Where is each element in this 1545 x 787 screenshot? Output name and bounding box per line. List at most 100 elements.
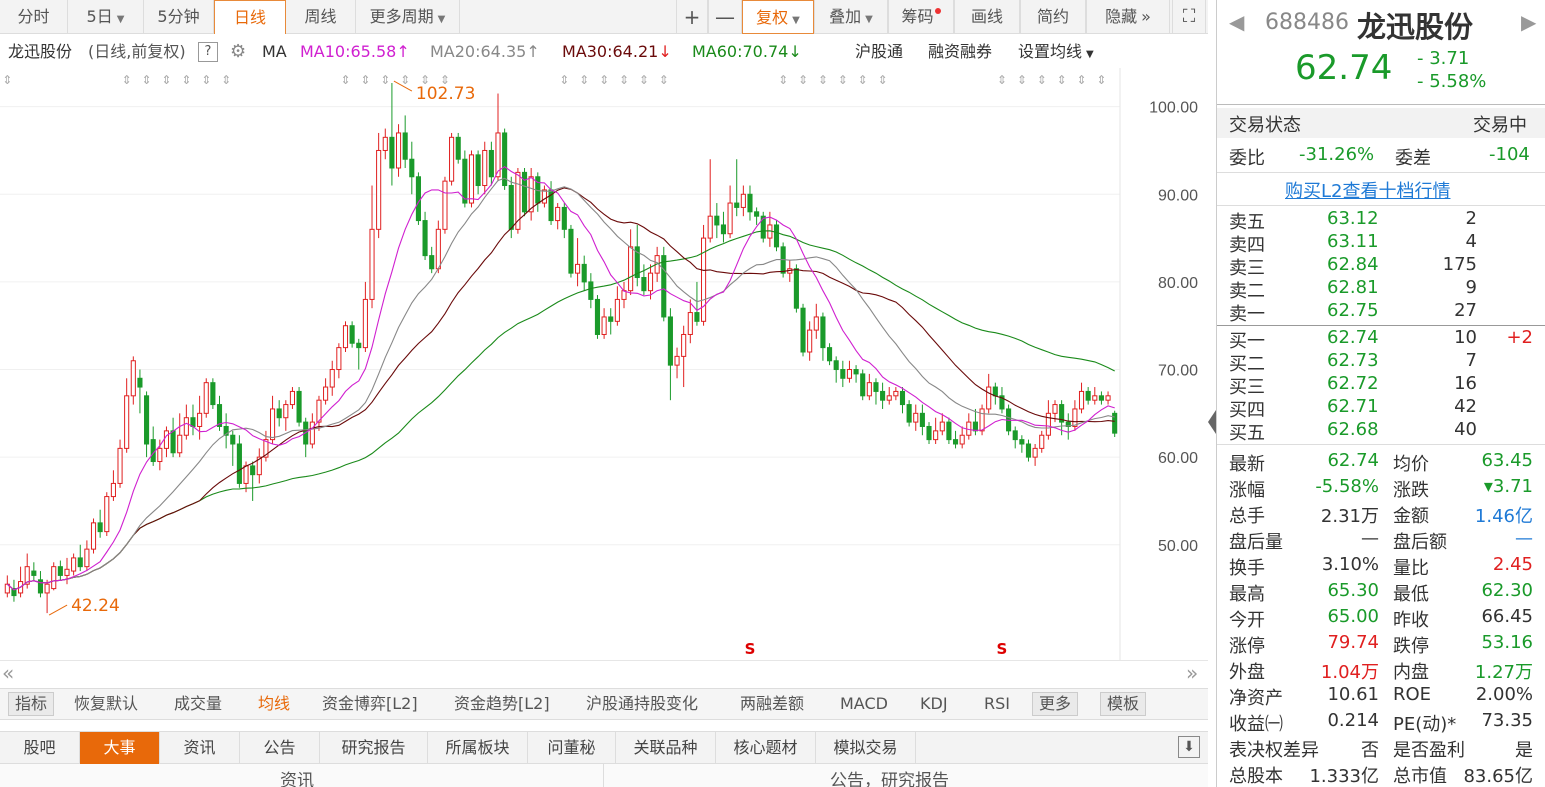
- period-tab-3[interactable]: 日线: [214, 0, 286, 34]
- event-marker[interactable]: ⇕: [1037, 73, 1047, 87]
- candle[interactable]: [389, 83, 395, 186]
- candle[interactable]: [515, 168, 521, 234]
- event-marker[interactable]: ⇕: [559, 73, 569, 87]
- candle[interactable]: [124, 378, 130, 453]
- candle[interactable]: [429, 246, 435, 274]
- info-tab-2[interactable]: 资讯: [160, 732, 240, 764]
- event-marker[interactable]: ⇕: [1017, 73, 1027, 87]
- gear-icon[interactable]: ⚙: [230, 36, 246, 68]
- candle[interactable]: [555, 203, 561, 230]
- candle[interactable]: [97, 509, 103, 538]
- candle[interactable]: [853, 365, 859, 383]
- candle[interactable]: [64, 557, 70, 585]
- event-marker[interactable]: ⇕: [161, 73, 171, 87]
- candle[interactable]: [415, 172, 421, 225]
- candle[interactable]: [197, 395, 203, 440]
- candle[interactable]: [833, 356, 839, 383]
- info-tab-3[interactable]: 公告: [240, 732, 320, 764]
- prev-stock-icon[interactable]: ◀: [1229, 10, 1244, 34]
- candle[interactable]: [820, 312, 826, 361]
- candle[interactable]: [826, 343, 833, 366]
- candle[interactable]: [223, 413, 229, 449]
- candle[interactable]: [1065, 413, 1071, 440]
- candle[interactable]: [402, 115, 408, 168]
- candle[interactable]: [110, 470, 116, 501]
- candle[interactable]: [1105, 391, 1111, 405]
- event-marker[interactable]: ⇕: [838, 73, 848, 87]
- candle[interactable]: [581, 255, 587, 291]
- candle[interactable]: [144, 391, 150, 458]
- event-marker[interactable]: ⇕: [360, 73, 370, 87]
- event-marker[interactable]: ⇕: [878, 73, 888, 87]
- candle[interactable]: [634, 224, 640, 287]
- ask-price[interactable]: 62.84: [1327, 254, 1379, 275]
- candle[interactable]: [349, 321, 355, 348]
- candle[interactable]: [183, 404, 189, 440]
- event-marker[interactable]: ⇕: [142, 73, 152, 87]
- candle[interactable]: [919, 404, 925, 436]
- info-tab-9[interactable]: 模拟交易: [816, 732, 916, 764]
- event-marker[interactable]: ⇕: [858, 73, 868, 87]
- split-marker[interactable]: S: [745, 640, 756, 658]
- candle[interactable]: [309, 413, 315, 449]
- zoom-out-button[interactable]: —: [708, 0, 742, 34]
- candle[interactable]: [342, 321, 349, 352]
- event-marker[interactable]: ⇕: [818, 73, 828, 87]
- indicator-tab-7[interactable]: 两融差额: [740, 689, 804, 719]
- candle[interactable]: [4, 575, 10, 598]
- candle[interactable]: [482, 141, 488, 195]
- info-tab-7[interactable]: 关联品种: [616, 732, 716, 764]
- candle[interactable]: [71, 553, 77, 576]
- candle[interactable]: [747, 185, 753, 221]
- help-button[interactable]: ?: [198, 42, 218, 62]
- event-marker[interactable]: ⇕: [2, 73, 12, 87]
- candle[interactable]: [661, 246, 667, 322]
- candle[interactable]: [130, 356, 136, 405]
- ma-settings-label[interactable]: MA: [262, 36, 287, 68]
- indicator-tab-8[interactable]: MACD: [840, 689, 888, 719]
- candle[interactable]: [906, 400, 912, 427]
- candle[interactable]: [793, 264, 799, 313]
- candle[interactable]: [502, 128, 508, 190]
- candle[interactable]: [886, 387, 892, 405]
- event-marker[interactable]: ⇕: [619, 73, 629, 87]
- indicator-tab-12[interactable]: 模板: [1100, 692, 1147, 716]
- bid-price[interactable]: 62.74: [1327, 327, 1379, 348]
- candle[interactable]: [601, 308, 607, 339]
- event-marker[interactable]: ⇕: [1096, 73, 1106, 87]
- candle[interactable]: [720, 211, 727, 243]
- period-tab-4[interactable]: 周线: [286, 0, 356, 34]
- event-marker[interactable]: ⇕: [1057, 73, 1067, 87]
- candle[interactable]: [588, 273, 594, 309]
- set-ma-dropdown[interactable]: 设置均线 ▼: [1018, 36, 1094, 71]
- candle[interactable]: [760, 211, 766, 243]
- candle[interactable]: [31, 562, 37, 582]
- candle[interactable]: [488, 141, 494, 186]
- candle[interactable]: [800, 303, 806, 357]
- candle[interactable]: [972, 408, 978, 436]
- candle[interactable]: [362, 281, 368, 352]
- candle[interactable]: [575, 238, 581, 287]
- candle[interactable]: [1012, 426, 1018, 449]
- info-tab-8[interactable]: 核心题材: [716, 732, 816, 764]
- info-tab-6[interactable]: 问董秘: [528, 732, 616, 764]
- fullscreen-icon[interactable]: ⛶: [1172, 0, 1206, 34]
- candle[interactable]: [336, 343, 342, 379]
- indicator-tab-3[interactable]: 均线: [258, 689, 290, 719]
- candle[interactable]: [667, 308, 673, 401]
- event-marker[interactable]: ⇕: [659, 73, 669, 87]
- event-marker[interactable]: ⇕: [122, 73, 132, 87]
- candle[interactable]: [323, 378, 329, 405]
- event-marker[interactable]: ⇕: [340, 73, 350, 87]
- candle[interactable]: [846, 360, 853, 383]
- candle[interactable]: [880, 382, 886, 409]
- event-marker[interactable]: ⇕: [639, 73, 649, 87]
- candle[interactable]: [283, 400, 289, 431]
- candle[interactable]: [329, 360, 335, 396]
- candle[interactable]: [163, 426, 170, 458]
- zoom-in-button[interactable]: +: [676, 0, 708, 34]
- event-marker[interactable]: ⇕: [579, 73, 589, 87]
- candle[interactable]: [939, 413, 945, 436]
- candle[interactable]: [714, 203, 720, 239]
- candle[interactable]: [754, 207, 760, 225]
